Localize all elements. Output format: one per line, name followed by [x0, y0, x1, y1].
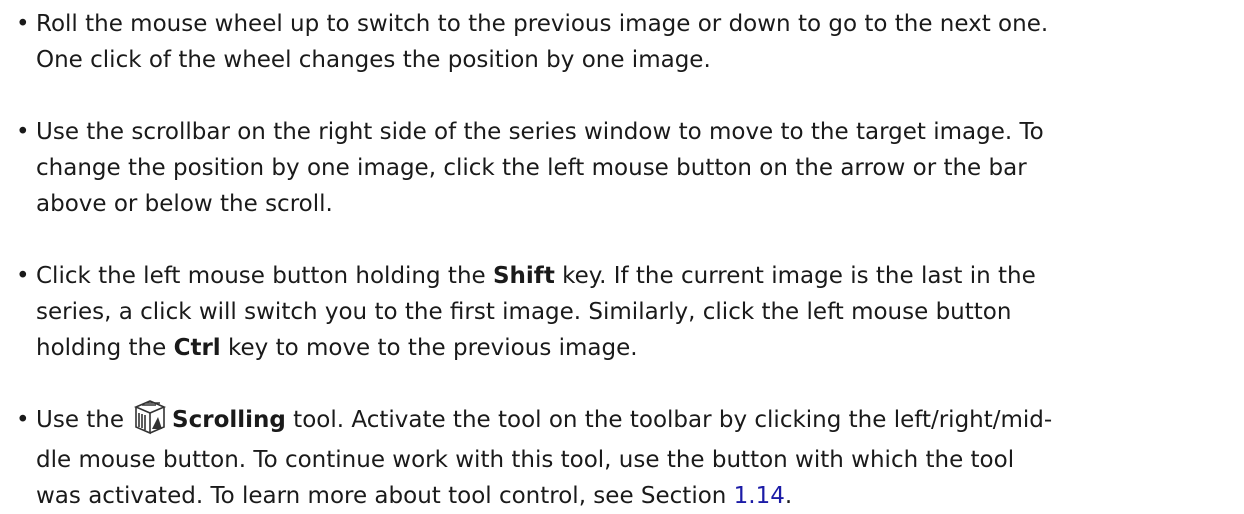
text-line: holding the Ctrl key to move to the prev… [36, 330, 1244, 366]
text-run: tool. Activate the tool on the toolbar b… [285, 407, 1053, 433]
text-run: key to move to the previous image. [220, 335, 638, 361]
text-run: Use the [36, 407, 125, 433]
text-line: series, a click will switch you to the f… [36, 299, 1012, 325]
scrolling-tool-icon [130, 397, 168, 434]
text-line: dle mouse button. To continue work with … [36, 447, 1015, 473]
text-run: holding the [36, 335, 174, 361]
bullet: • [16, 407, 30, 433]
section-link[interactable]: 1.14 [734, 483, 785, 509]
text-line: Click the left mouse button holding the … [36, 258, 1244, 294]
key-name-shift: Shift [492, 263, 555, 289]
text-line: was activated. To learn more about tool … [36, 478, 1244, 514]
text-line: Roll the mouse wheel up to switch to the… [36, 11, 1049, 37]
bullet: • [16, 11, 30, 37]
key-name-ctrl: Ctrl [173, 335, 221, 361]
text-line: above or below the scroll. [36, 191, 333, 217]
text-run: . [784, 483, 793, 509]
text-run: was activated. To learn more about tool … [36, 483, 734, 509]
tool-name-scrolling: Scrolling [172, 407, 286, 433]
text-line: change the position by one image, click … [36, 155, 1027, 181]
text-line: Use the Scrolling tool. Activate the too… [36, 399, 1244, 438]
text-line: One click of the wheel changes the posit… [36, 47, 711, 73]
bullet: • [16, 119, 30, 145]
text-line: Use the scrollbar on the right side of t… [36, 119, 1044, 145]
text-run: key. If the current image is the last in… [554, 263, 1036, 289]
text-run: Click the left mouse button holding the [36, 263, 493, 289]
bullet: • [16, 263, 30, 289]
